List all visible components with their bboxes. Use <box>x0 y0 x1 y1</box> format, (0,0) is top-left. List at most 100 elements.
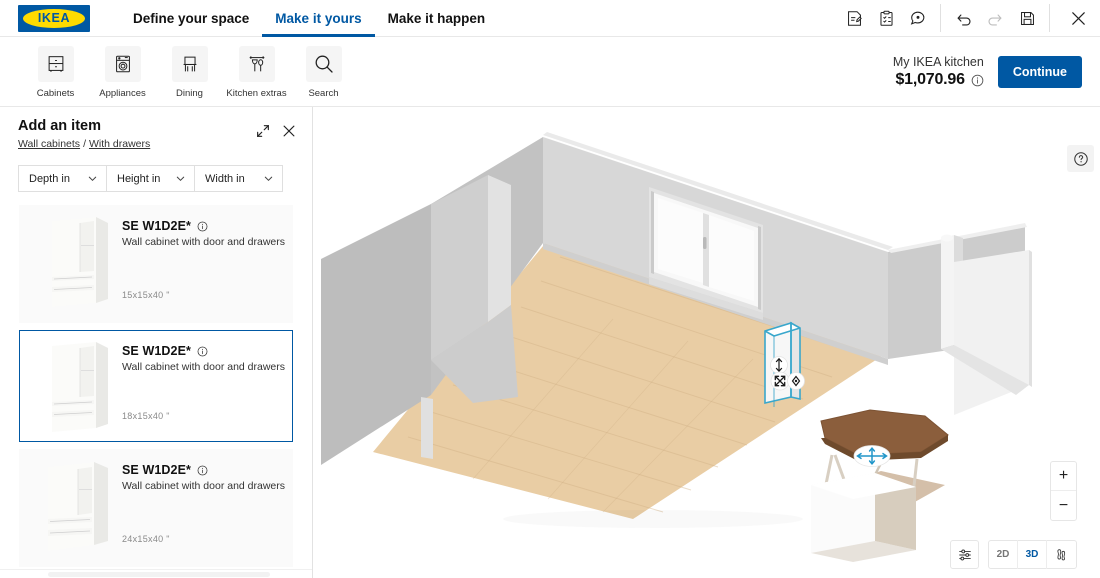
zoom-controls: + − <box>1050 461 1077 521</box>
scrollbar-thumb[interactable] <box>48 572 270 577</box>
top-action-icons <box>838 0 1100 37</box>
product-thumbnail <box>38 459 118 559</box>
toolbar-item-cabinets[interactable]: Cabinets <box>22 46 89 99</box>
ikea-logo[interactable]: IKEA <box>18 4 90 32</box>
room-3d-scene[interactable] <box>313 107 1100 578</box>
price-block: My IKEA kitchen $1,070.96 <box>893 54 984 89</box>
toolbar-item-search[interactable]: Search <box>290 46 357 99</box>
filter-row: Depth in Height in Width in <box>18 165 312 192</box>
wall-cabinet-image <box>48 462 108 551</box>
redo-icon[interactable] <box>979 0 1011 37</box>
info-icon[interactable] <box>197 465 208 476</box>
product-card[interactable]: SE W1D2E* Wall cabinet with door and dra… <box>19 449 293 567</box>
ikea-kitchen-planner: IKEA Define your space Make it yours Mak… <box>0 0 1100 578</box>
tab-define-your-space[interactable]: Define your space <box>120 0 262 37</box>
panel-header: Add an item Wall cabinets / With drawers <box>0 107 312 150</box>
logo-oval: IKEA <box>23 8 85 28</box>
product-thumbnail <box>38 215 118 315</box>
breadcrumb-root[interactable]: Wall cabinets <box>18 138 80 150</box>
product-info: SE W1D2E* Wall cabinet with door and dra… <box>122 450 292 544</box>
product-dimensions: 15x15x40 " <box>122 290 170 300</box>
product-description: Wall cabinet with door and drawers <box>122 236 286 248</box>
partition-wall <box>941 234 1032 415</box>
chevron-down-icon <box>264 176 273 182</box>
product-info: SE W1D2E* Wall cabinet with door and dra… <box>122 206 292 300</box>
filter-width[interactable]: Width in <box>194 165 283 192</box>
product-title-row: SE W1D2E* <box>122 344 292 358</box>
project-summary: My IKEA kitchen $1,070.96 Continue <box>893 54 1082 89</box>
help-icon[interactable] <box>1067 145 1094 172</box>
cabinet-height-gizmo <box>770 356 788 374</box>
product-description: Wall cabinet with door and drawers <box>122 361 286 373</box>
price-row: $1,070.96 <box>893 71 984 89</box>
product-title: SE W1D2E* <box>122 344 191 358</box>
product-dimensions: 18x15x40 " <box>122 411 170 421</box>
chat-icon[interactable] <box>902 0 934 37</box>
expand-icon[interactable] <box>250 118 276 144</box>
panel-close-icon[interactable] <box>276 118 302 144</box>
product-title-row: SE W1D2E* <box>122 463 292 477</box>
product-title: SE W1D2E* <box>122 219 191 233</box>
sliders-icon[interactable] <box>950 540 979 569</box>
view-controls: 2D 3D <box>950 540 1077 569</box>
toolbar-label: Kitchen extras <box>226 88 287 99</box>
undo-icon[interactable] <box>947 0 979 37</box>
panel-horizontal-scrollbar[interactable] <box>0 569 312 578</box>
info-icon[interactable] <box>197 221 208 232</box>
kitchen-extras-icon <box>238 46 275 82</box>
close-icon[interactable] <box>1056 0 1100 37</box>
info-icon[interactable] <box>197 346 208 357</box>
toolbar-label: Search <box>308 88 339 99</box>
filter-label: Width in <box>205 172 245 185</box>
view-mode-2d[interactable]: 2D <box>989 540 1018 569</box>
toolbar-item-appliances[interactable]: Appliances <box>89 46 156 99</box>
zoom-out-button[interactable]: − <box>1051 491 1076 520</box>
toolbar-label: Dining <box>176 88 203 99</box>
chevron-down-icon <box>88 176 97 182</box>
panel-header-actions <box>250 118 302 144</box>
filter-depth[interactable]: Depth in <box>18 165 107 192</box>
tab-make-it-happen[interactable]: Make it happen <box>375 0 499 37</box>
save-icon[interactable] <box>1011 0 1043 37</box>
tab-make-it-yours[interactable]: Make it yours <box>262 0 375 37</box>
chevron-down-icon <box>176 176 185 182</box>
filter-height[interactable]: Height in <box>106 165 195 192</box>
breadcrumb-current[interactable]: With drawers <box>89 138 150 150</box>
clipboard-icon[interactable] <box>870 0 902 37</box>
dining-chair-icon <box>171 46 208 82</box>
view-mode-group: 2D 3D <box>988 540 1077 569</box>
cabinet-icon <box>37 46 74 82</box>
top-navigation-bar: IKEA Define your space Make it yours Mak… <box>0 0 1100 37</box>
window-on-back-wall <box>517 128 519 130</box>
toolbar-item-kitchen-extras[interactable]: Kitchen extras <box>223 46 290 99</box>
product-thumbnail <box>38 340 118 440</box>
add-item-panel: Add an item Wall cabinets/With drawers <box>0 107 313 578</box>
product-list[interactable]: SE W1D2E* Wall cabinet with door and dra… <box>0 205 312 578</box>
view-mode-3d[interactable]: 3D <box>1018 540 1047 569</box>
tab-label: Define your space <box>133 10 250 26</box>
filter-label: Depth in <box>29 172 70 185</box>
cabinet-move-gizmo <box>770 371 790 391</box>
info-icon[interactable] <box>971 74 984 87</box>
total-price: $1,070.96 <box>895 71 965 89</box>
3d-viewport[interactable]: + − 2D 3D <box>313 107 1100 578</box>
continue-button[interactable]: Continue <box>997 55 1082 88</box>
notes-icon[interactable] <box>838 0 870 37</box>
tab-label: Make it happen <box>387 10 486 26</box>
toolbar-item-dining[interactable]: Dining <box>156 46 223 99</box>
product-card-selected[interactable]: SE W1D2E* Wall cabinet with door and dra… <box>19 330 293 442</box>
walkthrough-icon[interactable] <box>1047 540 1076 569</box>
project-name: My IKEA kitchen <box>892 54 984 69</box>
window-frame <box>516 136 517 137</box>
product-card[interactable]: SE W1D2E* Wall cabinet with door and dra… <box>19 205 293 323</box>
white-box <box>811 473 916 562</box>
zoom-in-button[interactable]: + <box>1051 462 1076 491</box>
product-title-row: SE W1D2E* <box>122 219 292 233</box>
breadcrumb-separator: / <box>83 138 86 150</box>
product-title: SE W1D2E* <box>122 463 191 477</box>
main-tabs: Define your space Make it yours Make it … <box>120 0 498 37</box>
logo-text: IKEA <box>37 10 71 25</box>
product-info: SE W1D2E* Wall cabinet with door and dra… <box>122 331 292 421</box>
toolbar-label: Cabinets <box>36 88 75 99</box>
toolbar-label: Appliances <box>99 88 146 99</box>
